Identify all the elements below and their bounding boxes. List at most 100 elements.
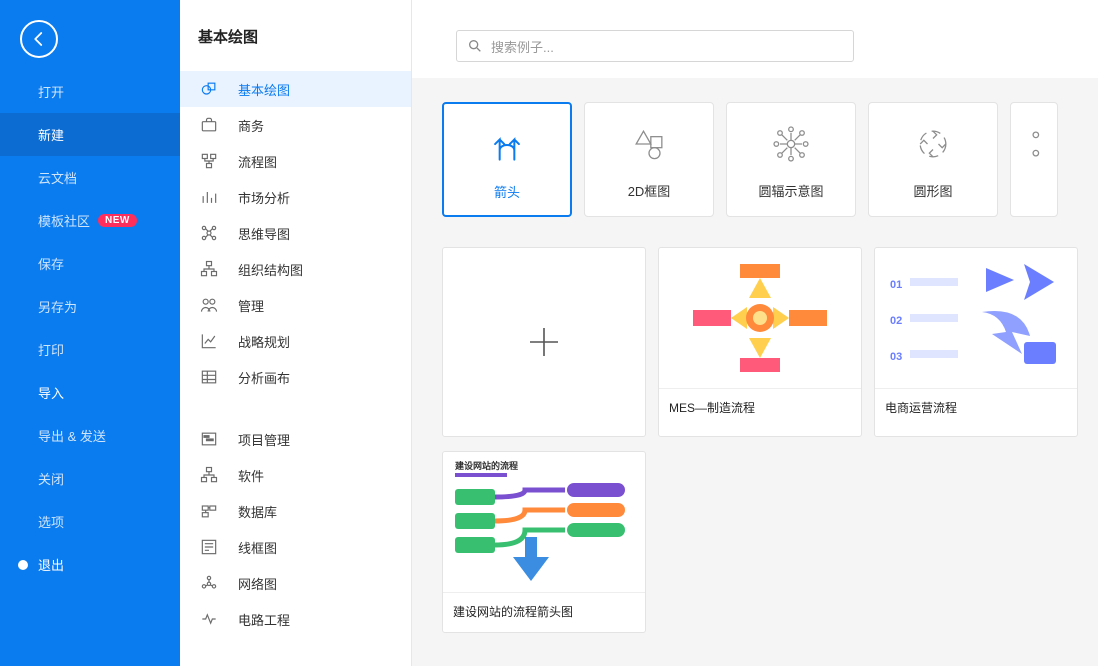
- primary-nav-item[interactable]: 另存为: [0, 285, 180, 328]
- primary-nav-label: 打印: [38, 340, 64, 359]
- subtype-tile[interactable]: 圆辐示意图: [726, 102, 856, 217]
- template-title: 建设网站的流程箭头图: [443, 592, 645, 632]
- org-icon: [198, 258, 220, 280]
- primary-nav-item[interactable]: 新建: [0, 113, 180, 156]
- subtype-tile[interactable]: [1010, 102, 1058, 217]
- primary-nav-label: 新建: [38, 125, 64, 144]
- bars-icon: [198, 186, 220, 208]
- category-label: 组织结构图: [238, 260, 303, 279]
- template-thumbnail: [659, 248, 861, 388]
- category-item[interactable]: 组织结构图: [180, 251, 411, 287]
- spoke-icon: [731, 121, 851, 167]
- primary-nav-item[interactable]: 打印: [0, 328, 180, 371]
- people-icon: [198, 294, 220, 316]
- circle-icon: [873, 121, 993, 167]
- category-item[interactable]: 线框图: [180, 529, 411, 565]
- template-card[interactable]: MES—制造流程: [658, 247, 862, 437]
- category-label: 项目管理: [238, 430, 290, 449]
- template-card[interactable]: 010203电商运营流程: [874, 247, 1078, 437]
- new-blank-template[interactable]: [442, 247, 646, 437]
- primary-nav-item[interactable]: 模板社区 NEW: [0, 199, 180, 242]
- flow-icon: [198, 150, 220, 172]
- subtype-tile[interactable]: 2D框图: [584, 102, 714, 217]
- primary-sidebar: 打开新建云文档模板社区 NEW 保存另存为打印导入导出 & 发送关闭选项退出: [0, 0, 180, 666]
- primary-nav-item[interactable]: 导入: [0, 371, 180, 414]
- category-item[interactable]: 管理: [180, 287, 411, 323]
- main-area: 搜索例子... 箭头 2D框图 圆辐示意图圆形图 MES—制造流程 010203电商运…: [412, 0, 1098, 666]
- category-item[interactable]: 商务: [180, 107, 411, 143]
- category-label: 网络图: [238, 574, 277, 593]
- template-title: MES—制造流程: [659, 388, 861, 428]
- gantt-icon: [198, 428, 220, 450]
- category-panel: 基本绘图 基本绘图商务流程图市场分析思维导图组织结构图管理战略规划分析画布 项目…: [180, 0, 412, 666]
- search-placeholder: 搜索例子...: [491, 37, 554, 56]
- primary-nav-item[interactable]: 打开: [0, 70, 180, 113]
- category-item[interactable]: 分析画布: [180, 359, 411, 395]
- category-label: 分析画布: [238, 368, 290, 387]
- primary-nav-item[interactable]: 导出 & 发送: [0, 414, 180, 457]
- template-thumbnail: [443, 248, 645, 436]
- category-item[interactable]: 战略规划: [180, 323, 411, 359]
- primary-nav-item[interactable]: 关闭: [0, 457, 180, 500]
- category-label: 线框图: [238, 538, 277, 557]
- category-label: 软件: [238, 466, 264, 485]
- primary-nav-label: 导入: [38, 383, 64, 402]
- primary-nav-label: 模板社区: [38, 211, 90, 230]
- category-list[interactable]: 基本绘图商务流程图市场分析思维导图组织结构图管理战略规划分析画布 项目管理软件数…: [180, 65, 411, 666]
- circuit-icon: [198, 608, 220, 630]
- category-item[interactable]: 数据库: [180, 493, 411, 529]
- template-card[interactable]: 建设网站的流程建设网站的流程箭头图: [442, 451, 646, 633]
- category-label: 商务: [238, 116, 264, 135]
- template-title: 电商运营流程: [875, 388, 1077, 428]
- tile-label: 2D框图: [589, 181, 709, 200]
- arrow-left-icon: [30, 30, 48, 48]
- svg-text:01: 01: [890, 279, 902, 291]
- new-badge: NEW: [98, 214, 137, 227]
- category-item[interactable]: 软件: [180, 457, 411, 493]
- category-item[interactable]: 网络图: [180, 565, 411, 601]
- svg-text:建设网站的流程: 建设网站的流程: [455, 460, 518, 471]
- category-item[interactable]: 市场分析: [180, 179, 411, 215]
- category-panel-title: 基本绘图: [180, 0, 411, 65]
- category-label: 电路工程: [238, 610, 290, 629]
- category-item[interactable]: 思维导图: [180, 215, 411, 251]
- primary-nav-label: 退出: [38, 555, 64, 574]
- gallery[interactable]: 箭头 2D框图 圆辐示意图圆形图 MES—制造流程 010203电商运营流程 建设网站…: [412, 78, 1098, 666]
- category-label: 数据库: [238, 502, 277, 521]
- primary-nav-label: 关闭: [38, 469, 64, 488]
- template-row: 建设网站的流程建设网站的流程箭头图: [412, 451, 1098, 647]
- primary-nav-item[interactable]: 退出: [0, 543, 180, 586]
- back-button[interactable]: [20, 20, 58, 58]
- bullet-icon: [18, 560, 28, 570]
- svg-text:03: 03: [890, 351, 902, 363]
- category-label: 思维导图: [238, 224, 290, 243]
- primary-nav-label: 选项: [38, 512, 64, 531]
- primary-nav-label: 打开: [38, 82, 64, 101]
- category-item[interactable]: 流程图: [180, 143, 411, 179]
- category-item[interactable]: 基本绘图: [180, 71, 411, 107]
- category-label: 流程图: [238, 152, 277, 171]
- primary-nav-item[interactable]: 保存: [0, 242, 180, 285]
- arrow-icon: [448, 122, 566, 168]
- subtype-tile[interactable]: 箭头: [442, 102, 572, 217]
- db-icon: [198, 500, 220, 522]
- tile-label: 箭头: [448, 182, 566, 201]
- more-icon: [1011, 121, 1057, 167]
- template-thumbnail: 010203: [875, 248, 1077, 388]
- briefcase-icon: [198, 114, 220, 136]
- mind-icon: [198, 222, 220, 244]
- soft-icon: [198, 464, 220, 486]
- canvas-icon: [198, 366, 220, 388]
- primary-nav-label: 另存为: [38, 297, 77, 316]
- category-item[interactable]: 电路工程: [180, 601, 411, 637]
- primary-nav-item[interactable]: 云文档: [0, 156, 180, 199]
- primary-nav-item[interactable]: 选项: [0, 500, 180, 543]
- subtype-tile-row: 箭头 2D框图 圆辐示意图圆形图: [412, 78, 1098, 247]
- template-row: MES—制造流程 010203电商运营流程: [412, 247, 1098, 451]
- category-label: 市场分析: [238, 188, 290, 207]
- category-item[interactable]: 项目管理: [180, 421, 411, 457]
- category-label: 战略规划: [238, 332, 290, 351]
- subtype-tile[interactable]: 圆形图: [868, 102, 998, 217]
- search-input[interactable]: 搜索例子...: [456, 30, 854, 62]
- tile-label: 圆辐示意图: [731, 181, 851, 200]
